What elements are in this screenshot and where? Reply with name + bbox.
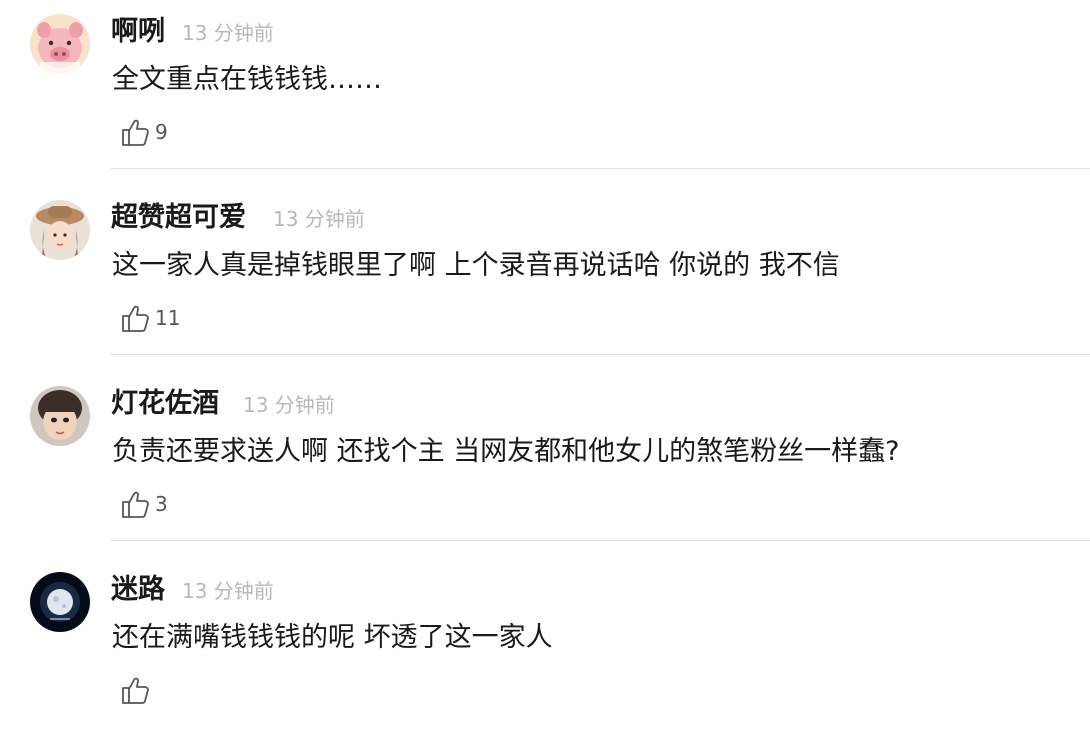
- like-button[interactable]: 9: [120, 114, 168, 150]
- avatar[interactable]: [30, 200, 90, 260]
- username[interactable]: 灯花佐酒: [111, 386, 219, 422]
- comment-time: 13 分钟前: [182, 21, 274, 45]
- thumbs-up-icon: [122, 491, 149, 518]
- divider: [110, 354, 1090, 355]
- username[interactable]: 超赞超可爱: [111, 200, 246, 236]
- thumbs-up-icon: [122, 305, 149, 332]
- like-button[interactable]: 3: [120, 486, 168, 522]
- comment-item: 啊咧 13 分钟前 全文重点在钱钱钱…… 9: [0, 0, 1090, 186]
- avatar[interactable]: [30, 14, 90, 74]
- like-button[interactable]: 11: [120, 300, 180, 336]
- comment-time: 13 分钟前: [273, 207, 365, 231]
- comment-text: 这一家人真是掉钱眼里了啊 上个录音再说话哈 你说的 我不信: [112, 250, 840, 281]
- like-count: 3: [155, 492, 168, 516]
- comment-text: 全文重点在钱钱钱……: [112, 64, 382, 95]
- thumbs-up-icon: [122, 119, 149, 146]
- comment-text: 还在满嘴钱钱钱的呢 坏透了这一家人: [112, 622, 553, 653]
- avatar[interactable]: [30, 572, 90, 632]
- divider: [110, 540, 1090, 541]
- comment-item: 迷路 13 分钟前 还在满嘴钱钱钱的呢 坏透了这一家人: [0, 558, 1090, 744]
- child-face-avatar-image: [30, 386, 90, 446]
- comment-text: 负责还要求送人啊 还找个主 当网友都和他女儿的煞笔粉丝一样蠢?: [112, 436, 900, 467]
- like-count: 9: [155, 120, 168, 144]
- divider: [110, 168, 1090, 169]
- username[interactable]: 啊咧: [111, 14, 165, 50]
- comment-item: 灯花佐酒 13 分钟前 负责还要求送人啊 还找个主 当网友都和他女儿的煞笔粉丝一…: [0, 372, 1090, 558]
- pink-pig-avatar-image: [30, 14, 90, 74]
- moon-avatar-image: [30, 572, 90, 632]
- like-count: 11: [155, 306, 181, 330]
- comment-item: 超赞超可爱 13 分钟前 这一家人真是掉钱眼里了啊 上个录音再说话哈 你说的 我…: [0, 186, 1090, 372]
- like-button[interactable]: [120, 672, 155, 708]
- thumbs-up-icon: [122, 677, 149, 704]
- avatar[interactable]: [30, 386, 90, 446]
- comment-time: 13 分钟前: [243, 393, 335, 417]
- comment-time: 13 分钟前: [182, 579, 274, 603]
- username[interactable]: 迷路: [111, 572, 165, 608]
- girl-hat-avatar-image: [30, 200, 90, 260]
